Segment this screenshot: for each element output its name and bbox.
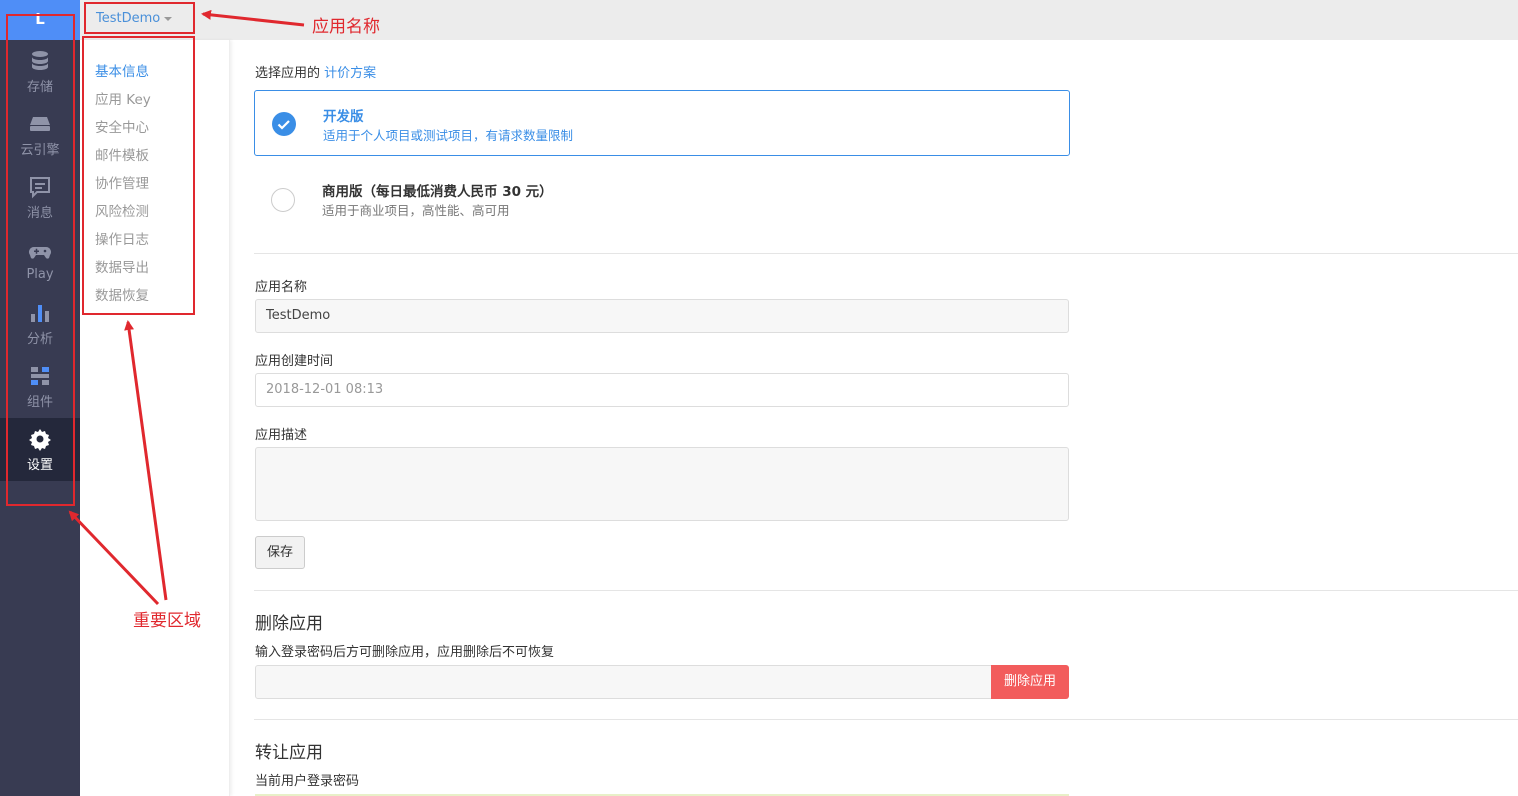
delete-password-input[interactable] [255,665,993,699]
delete-app-button[interactable]: 删除应用 [991,665,1069,699]
divider [254,253,1518,254]
annotation-box-leftnav [6,14,75,506]
plan-desc: 适用于商业项目，高性能、高可用 [322,203,510,218]
annotation-label-important-area: 重要区域 [133,611,201,631]
app-desc-textarea[interactable] [255,447,1069,521]
plan-desc: 适用于个人项目或测试项目，有请求数量限制 [323,128,574,143]
current-password-label: 当前用户登录密码 [255,774,360,789]
plan-dev[interactable]: 开发版 适用于个人项目或测试项目，有请求数量限制 [254,90,1070,156]
save-button[interactable]: 保存 [255,536,305,569]
app-name-label: 应用名称 [255,280,308,295]
created-time-field: 2018-12-01 08:13 [255,373,1069,407]
delete-hint: 输入登录密码后方可删除应用，应用删除后不可恢复 [255,645,555,660]
annotation-label-app-name: 应用名称 [312,17,380,37]
annotation-box-subnav [82,36,195,315]
delete-app-title: 删除应用 [255,614,323,634]
created-time-label: 应用创建时间 [255,354,334,369]
top-bar: TestDemo [80,0,1518,40]
main-content: 选择应用的 计价方案 开发版 适用于个人项目或测试项目，有请求数量限制 商用版（… [232,40,1518,796]
check-circle-icon [272,112,296,136]
radio-unchecked-icon[interactable] [271,188,295,212]
app-desc-label: 应用描述 [255,428,308,443]
plan-title: 开发版 [323,109,364,125]
plan-business[interactable]: 商用版（每日最低消费人民币 30 元） 适用于商业项目，高性能、高可用 [254,166,1070,232]
pricing-heading: 选择应用的 计价方案 [255,62,376,81]
annotation-box-app-name [84,2,195,34]
transfer-app-title: 转让应用 [255,743,323,763]
plan-title: 商用版（每日最低消费人民币 30 元） [322,184,553,200]
app-name-input[interactable]: TestDemo [255,299,1069,333]
pricing-plan-link[interactable]: 计价方案 [324,66,376,81]
pricing-prefix: 选择应用的 [255,66,321,81]
divider [254,590,1518,591]
divider [254,719,1518,720]
